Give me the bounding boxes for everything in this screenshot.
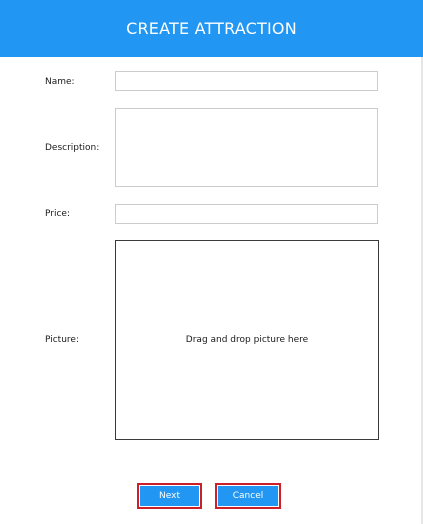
price-input[interactable] bbox=[115, 204, 378, 224]
price-label: Price: bbox=[45, 209, 70, 219]
dropzone-hint: Drag and drop picture here bbox=[185, 335, 309, 345]
picture-dropzone[interactable]: Drag and drop picture here bbox=[115, 240, 379, 440]
description-label: Description: bbox=[45, 143, 100, 153]
cancel-button-label: Cancel bbox=[218, 486, 278, 506]
name-input[interactable] bbox=[115, 71, 378, 91]
cancel-button[interactable]: Cancel bbox=[215, 483, 281, 509]
page-title: CREATE ATTRACTION bbox=[126, 19, 297, 38]
next-button[interactable]: Next bbox=[137, 483, 202, 509]
name-label: Name: bbox=[45, 77, 75, 87]
page-header: CREATE ATTRACTION bbox=[0, 0, 423, 57]
description-input[interactable] bbox=[115, 108, 378, 187]
next-button-label: Next bbox=[140, 486, 199, 506]
picture-label: Picture: bbox=[45, 335, 79, 345]
